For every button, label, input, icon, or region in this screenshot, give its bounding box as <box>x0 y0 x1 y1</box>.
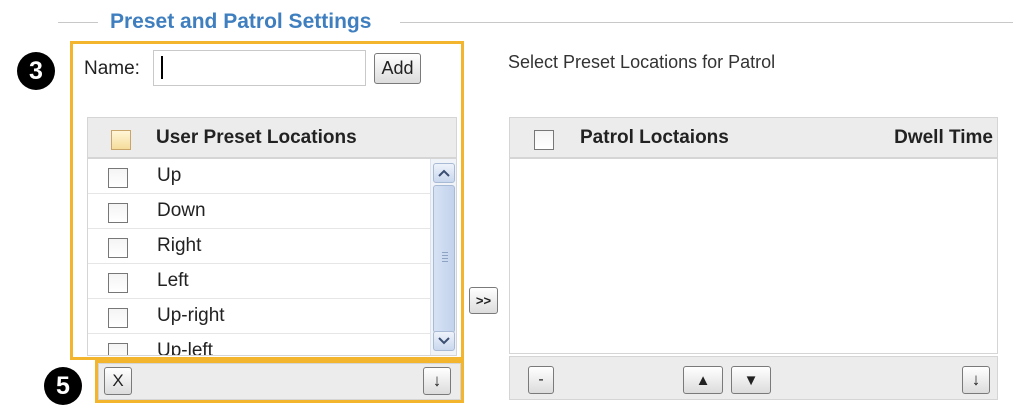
presets-header-label: User Preset Locations <box>156 127 357 148</box>
patrol-header-locations: Patrol Loctaions <box>580 127 729 148</box>
chevron-up-icon[interactable] <box>433 163 455 183</box>
select-all-presets-checkbox[interactable] <box>111 130 131 150</box>
section-legend: Preset and Patrol Settings <box>110 10 372 33</box>
name-input[interactable] <box>153 50 366 86</box>
select-all-patrol-checkbox[interactable] <box>534 130 554 150</box>
add-button[interactable]: Add <box>374 53 421 84</box>
preset-label: Right <box>157 235 202 256</box>
patrol-list <box>509 158 998 354</box>
callout-5: 5 <box>44 367 82 405</box>
presets-header: User Preset Locations <box>87 117 457 158</box>
list-item[interactable]: Up-right <box>88 299 430 334</box>
sort-patrol-button[interactable]: ↓ <box>962 366 990 394</box>
remove-patrol-button[interactable]: - <box>528 366 554 394</box>
patrol-hint: Select Preset Locations for Patrol <box>508 52 776 72</box>
move-down-button[interactable]: ▼ <box>731 366 771 394</box>
scrollbar-thumb[interactable] <box>433 185 455 333</box>
preset-label: Down <box>157 200 206 221</box>
presets-list: Up Down Right Left Up-right Up-left <box>87 158 457 356</box>
preset-label: Up <box>157 165 182 186</box>
presets-scrollbar[interactable] <box>430 159 456 355</box>
preset-label: Up-left <box>157 340 213 356</box>
preset-checkbox[interactable] <box>108 203 128 223</box>
patrol-header: Patrol Loctaions Dwell Time <box>509 117 998 158</box>
presets-footer <box>98 363 461 400</box>
preset-checkbox[interactable] <box>108 308 128 328</box>
delete-preset-button[interactable]: X <box>104 367 132 395</box>
list-item[interactable]: Up <box>88 159 430 194</box>
preset-checkbox[interactable] <box>108 238 128 258</box>
move-up-button[interactable]: ▲ <box>683 366 723 394</box>
list-item[interactable]: Right <box>88 229 430 264</box>
text-caret <box>161 56 163 79</box>
patrol-header-dwell: Dwell Time <box>894 127 993 148</box>
preset-label: Left <box>157 270 189 291</box>
callout-3: 3 <box>17 52 55 90</box>
name-label: Name: <box>84 58 140 79</box>
section-frame-right <box>400 22 1013 23</box>
preset-checkbox[interactable] <box>108 273 128 293</box>
sort-preset-button[interactable]: ↓ <box>423 367 451 395</box>
list-item[interactable]: Down <box>88 194 430 229</box>
list-item[interactable]: Left <box>88 264 430 299</box>
preset-checkbox[interactable] <box>108 168 128 188</box>
list-item[interactable]: Up-left <box>88 334 430 356</box>
preset-checkbox[interactable] <box>108 343 128 355</box>
chevron-down-icon[interactable] <box>433 331 455 351</box>
section-frame-left <box>58 22 98 23</box>
preset-label: Up-right <box>157 305 225 326</box>
add-to-patrol-button[interactable]: >> <box>469 287 498 314</box>
